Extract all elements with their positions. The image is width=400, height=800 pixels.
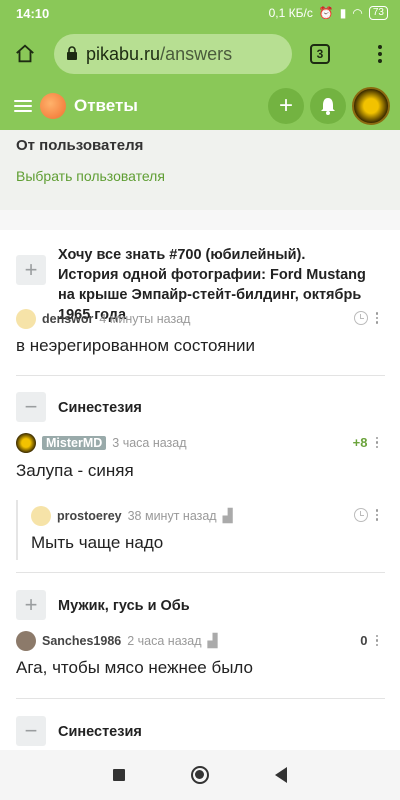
tabs-count-button[interactable]: 3 bbox=[310, 44, 330, 64]
comment-meta: Sanches1986 2 часа назад ▟ bbox=[16, 631, 218, 651]
comment-text: Ага, чтобы мясо нежнее было bbox=[16, 658, 253, 677]
signal-icon: ▮ bbox=[339, 6, 347, 20]
avatar[interactable] bbox=[31, 506, 51, 526]
reply-author[interactable]: prostoerey bbox=[57, 509, 122, 523]
comment-time: 4 минуты назад bbox=[99, 312, 191, 326]
avatar[interactable] bbox=[16, 309, 36, 329]
browser-toolbar: pikabu.ru/answers 3 bbox=[0, 26, 400, 82]
comment-text: Залупа - синяя bbox=[16, 461, 134, 480]
app-bar: Ответы + bbox=[0, 82, 400, 130]
comment-meta: denswor 4 минуты назад bbox=[16, 309, 190, 329]
home-icon[interactable] bbox=[10, 39, 40, 69]
android-icon: ▟ bbox=[207, 633, 218, 648]
url-host: pikabu.ru bbox=[86, 43, 161, 64]
post-title[interactable]: Синестезия bbox=[58, 398, 368, 418]
home-button[interactable] bbox=[191, 766, 209, 784]
user-filter-section: От пользователя Выбрать пользователя bbox=[0, 130, 400, 210]
avatar[interactable] bbox=[16, 433, 36, 453]
page-title: Ответы bbox=[74, 96, 138, 115]
pikabu-logo-icon[interactable] bbox=[40, 93, 66, 119]
android-icon: ▟ bbox=[222, 508, 233, 523]
comment-author[interactable]: denswor bbox=[42, 312, 93, 326]
reply-time: 38 минут назад bbox=[127, 509, 217, 523]
avatar[interactable] bbox=[16, 631, 36, 651]
thread-line bbox=[16, 500, 18, 560]
filter-title: От пользователя bbox=[16, 137, 144, 154]
comment-time: 2 часа назад bbox=[127, 634, 202, 648]
url-path: /answers bbox=[160, 43, 233, 64]
battery-icon: 73 bbox=[368, 6, 388, 20]
expand-button[interactable]: + bbox=[16, 590, 46, 620]
network-speed: 0,1 КБ/с bbox=[268, 6, 313, 20]
divider bbox=[16, 375, 385, 376]
more-options-icon[interactable] bbox=[375, 436, 378, 449]
reply-text: Мыть чаще надо bbox=[31, 533, 164, 552]
divider bbox=[16, 698, 385, 699]
add-post-button[interactable]: + bbox=[268, 88, 304, 124]
comment-text: в неэрегированном состоянии bbox=[16, 336, 256, 355]
comment-time: 3 часа назад bbox=[112, 436, 187, 450]
comment-rating: 0 bbox=[360, 633, 368, 648]
select-user-link[interactable]: Выбрать пользователя bbox=[16, 168, 384, 184]
clock-icon bbox=[353, 508, 368, 522]
status-bar: 14:10 0,1 КБ/с ⏰ ▮ ◠ 73 bbox=[0, 0, 400, 26]
notifications-bell-icon[interactable] bbox=[310, 88, 346, 124]
wifi-icon: ◠ bbox=[352, 6, 363, 20]
comment-meta: MisterMD 3 часа назад bbox=[16, 433, 187, 453]
more-options-icon[interactable] bbox=[375, 312, 378, 324]
divider bbox=[16, 572, 385, 573]
system-nav-bar bbox=[0, 750, 400, 800]
clock-icon bbox=[353, 311, 368, 325]
user-avatar[interactable] bbox=[352, 87, 390, 125]
collapse-button[interactable]: − bbox=[16, 716, 46, 746]
more-options-icon[interactable] bbox=[375, 634, 378, 647]
comment-rating: +8 bbox=[352, 435, 368, 450]
url-field[interactable]: pikabu.ru/answers bbox=[54, 34, 292, 74]
reply-meta: prostoerey 38 минут назад ▟ bbox=[31, 506, 233, 526]
lock-icon bbox=[66, 44, 78, 65]
expand-button[interactable]: + bbox=[16, 255, 46, 285]
recents-button[interactable] bbox=[113, 769, 125, 781]
browser-menu-icon[interactable] bbox=[378, 45, 382, 63]
alarm-icon: ⏰ bbox=[318, 6, 334, 20]
post-title[interactable]: Мужик, гусь и Обь bbox=[58, 596, 368, 616]
more-options-icon[interactable] bbox=[375, 509, 378, 521]
comment-author[interactable]: MisterMD bbox=[42, 436, 107, 450]
back-button[interactable] bbox=[275, 767, 287, 783]
collapse-button[interactable]: − bbox=[16, 392, 46, 422]
comment-author[interactable]: Sanches1986 bbox=[42, 634, 121, 648]
menu-icon[interactable] bbox=[14, 100, 32, 112]
post-title[interactable]: Синестезия bbox=[58, 722, 368, 742]
status-time: 14:10 bbox=[16, 5, 50, 21]
section-gap bbox=[0, 210, 400, 230]
